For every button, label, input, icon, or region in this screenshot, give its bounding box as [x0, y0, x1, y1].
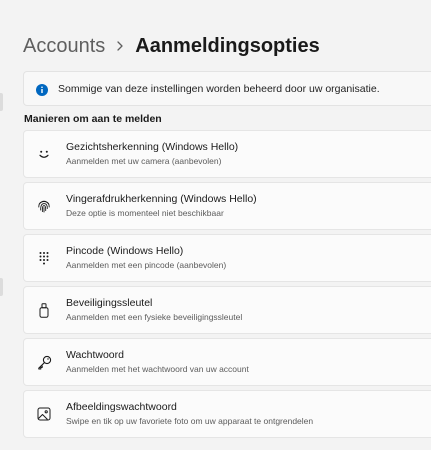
chevron-right-icon: [105, 39, 135, 53]
option-face-recognition[interactable]: Gezichtsherkenning (Windows Hello) Aanme…: [23, 130, 431, 178]
option-subtitle: Deze optie is momenteel niet beschikbaar: [66, 208, 224, 218]
picture-icon: [36, 406, 52, 422]
fingerprint-icon: [36, 198, 52, 214]
face-icon: [36, 146, 52, 162]
option-fingerprint-recognition[interactable]: Vingerafdrukherkenning (Windows Hello) D…: [23, 182, 431, 230]
option-security-key[interactable]: Beveiligingssleutel Aanmelden met een fy…: [23, 286, 431, 334]
option-pin[interactable]: Pincode (Windows Hello) Aanmelden met ee…: [23, 234, 431, 282]
option-picture-password[interactable]: Afbeeldingswachtwoord Swipe en tik op uw…: [23, 390, 431, 438]
key-icon: [36, 354, 52, 370]
sign-in-options-list: Gezichtsherkenning (Windows Hello) Aanme…: [23, 130, 431, 442]
breadcrumb: Accounts Aanmeldingsopties: [23, 31, 320, 61]
option-subtitle: Aanmelden met een pincode (aanbevolen): [66, 260, 227, 270]
breadcrumb-accounts-link[interactable]: Accounts: [23, 35, 105, 58]
option-title: Wachtwoord: [66, 349, 124, 361]
option-subtitle: Swipe en tik op uw favoriete foto om uw …: [66, 416, 314, 426]
section-heading: Manieren om aan te melden: [24, 113, 162, 125]
banner-text: Sommige van deze instellingen worden beh…: [58, 82, 380, 95]
option-title: Gezichtsherkenning (Windows Hello): [66, 141, 239, 153]
option-subtitle: Aanmelden met uw camera (aanbevolen): [66, 156, 222, 166]
option-password[interactable]: Wachtwoord Aanmelden met het wachtwoord …: [23, 338, 431, 386]
option-title: Afbeeldingswachtwoord: [66, 401, 177, 413]
managed-by-organization-banner: Sommige van deze instellingen worden beh…: [23, 71, 431, 106]
nav-pane-marker: [0, 93, 3, 111]
nav-pane-marker: [0, 278, 3, 296]
option-title: Beveiligingssleutel: [66, 297, 153, 309]
option-subtitle: Aanmelden met een fysieke beveiligingssl…: [66, 312, 243, 322]
option-title: Pincode (Windows Hello): [66, 245, 184, 257]
page-title: Aanmeldingsopties: [135, 34, 320, 57]
nav-pane-edge: [0, 0, 4, 450]
pin-keypad-icon: [36, 250, 52, 266]
option-title: Vingerafdrukherkenning (Windows Hello): [66, 193, 257, 205]
info-icon: [36, 83, 48, 96]
option-subtitle: Aanmelden met het wachtwoord van uw acco…: [66, 364, 249, 374]
security-key-icon: [36, 302, 52, 318]
